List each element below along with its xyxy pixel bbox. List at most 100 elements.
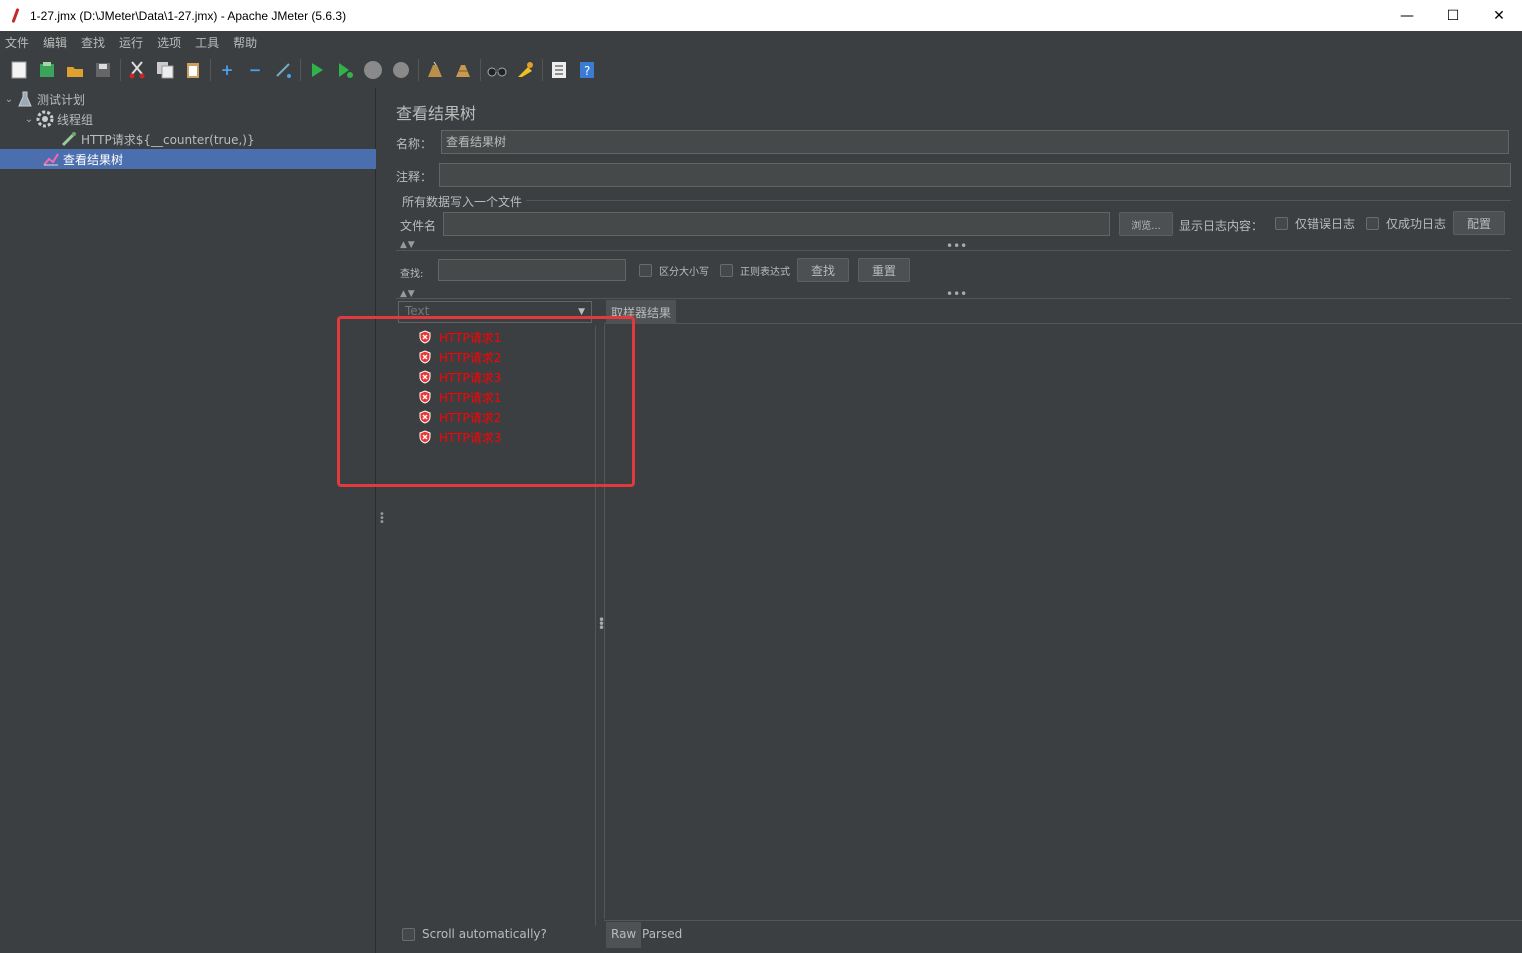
new-icon[interactable] (8, 59, 30, 81)
toolbar-separator (480, 59, 481, 81)
tree-item-result-tree[interactable]: 查看结果树 (0, 149, 376, 169)
stop-icon[interactable] (362, 59, 384, 81)
checkbox-label: Scroll automatically? (422, 927, 547, 941)
copy-icon[interactable] (154, 59, 176, 81)
comment-field[interactable] (439, 163, 1511, 187)
start-no-pause-icon[interactable] (334, 59, 356, 81)
menu-options[interactable]: 选项 (157, 34, 181, 51)
case-sensitive-checkbox[interactable]: 区分大小写 (639, 263, 709, 278)
tree-item-label: 查看结果树 (63, 152, 124, 167)
chevron-down-icon[interactable]: ⌄ (2, 94, 16, 105)
regex-checkbox[interactable]: 正则表达式 (720, 263, 790, 278)
toolbar: + − ? (0, 53, 1522, 87)
title-bar: 1-27.jmx (D:\JMeter\Data\1-27.jmx) - Apa… (0, 0, 1522, 31)
clear-all-icon[interactable] (452, 59, 474, 81)
cut-icon[interactable] (126, 59, 148, 81)
file-section-title: 所有数据写入一个文件 (402, 195, 523, 209)
tree-item-thread-group[interactable]: ⌄ 线程组 (22, 109, 93, 129)
shutdown-icon[interactable] (390, 59, 412, 81)
split-handle[interactable]: • • • (377, 88, 385, 953)
chart-icon (42, 150, 60, 168)
toolbar-separator (418, 59, 419, 81)
paste-icon[interactable] (182, 59, 204, 81)
open-icon[interactable] (64, 59, 86, 81)
search-icon[interactable] (486, 59, 508, 81)
tree-item-label: 线程组 (57, 112, 94, 127)
checkbox-box[interactable] (720, 264, 733, 277)
toolbar-separator (210, 59, 211, 81)
tree-item-test-plan[interactable]: ⌄ 测试计划 (2, 89, 85, 109)
menu-tools[interactable]: 工具 (195, 34, 219, 51)
name-field[interactable]: 查看结果树 (441, 130, 1509, 154)
templates-icon[interactable] (36, 59, 58, 81)
result-tree-panel: 查看结果树 名称： 查看结果树 注释： 所有数据写入一个文件 文件名 浏览...… (337, 88, 1522, 953)
log-content-label: 显示日志内容： (1179, 219, 1264, 233)
reset-search-icon[interactable] (514, 59, 536, 81)
clear-icon[interactable] (424, 59, 446, 81)
divider (396, 250, 1511, 251)
tree-item-label: 测试计划 (37, 92, 86, 107)
save-icon[interactable] (92, 59, 114, 81)
window-title: 1-27.jmx (D:\JMeter\Data\1-27.jmx) - Apa… (30, 8, 347, 23)
name-label: 名称： (396, 137, 433, 151)
filename-field[interactable] (443, 212, 1110, 236)
checkbox-box[interactable] (402, 927, 415, 941)
checkbox-label: 区分大小写 (659, 267, 709, 278)
view-mode-tabs: Raw Parsed (604, 920, 1522, 948)
checkbox-box[interactable] (1275, 217, 1288, 230)
start-icon[interactable] (306, 59, 328, 81)
pipette-icon (60, 130, 78, 148)
divider (396, 298, 1511, 299)
menu-search[interactable]: 查找 (81, 34, 105, 51)
config-button[interactable]: 配置 (1453, 211, 1505, 235)
search-label: 查找: (400, 269, 424, 280)
collapse-arrows-icon[interactable]: ▲ ▼ (400, 240, 415, 250)
function-helper-icon[interactable] (548, 59, 570, 81)
gear-icon (36, 110, 54, 128)
drag-grip-icon: • • • (379, 509, 385, 528)
tab-parsed[interactable]: Parsed (637, 922, 687, 948)
scroll-auto-checkbox[interactable]: Scroll automatically? (402, 927, 547, 941)
drag-grip-icon[interactable]: ••• (946, 288, 967, 300)
tree-item-http-request[interactable]: HTTP请求${__counter(true,)} (60, 129, 255, 149)
menu-run[interactable]: 运行 (119, 34, 143, 51)
minimize-button[interactable]: — (1384, 0, 1430, 31)
checkbox-label: 正则表达式 (740, 267, 790, 278)
expand-icon[interactable]: + (216, 59, 238, 81)
annotation-highlight-box (337, 316, 635, 487)
toggle-icon[interactable] (272, 59, 294, 81)
browse-button[interactable]: 浏览... (1119, 212, 1173, 236)
toolbar-separator (120, 59, 121, 81)
tab-raw[interactable]: Raw (606, 922, 642, 948)
result-tabs: 取样器结果 (604, 300, 1522, 324)
help-icon[interactable]: ? (576, 59, 598, 81)
section-border (526, 200, 1511, 201)
reset-button[interactable]: 重置 (858, 258, 910, 282)
comment-label: 注释： (396, 170, 433, 184)
toolbar-separator (300, 59, 301, 81)
flask-icon (16, 90, 34, 108)
search-input[interactable] (438, 259, 626, 281)
checkbox-label: 仅错误日志 (1295, 217, 1356, 231)
drag-grip-icon[interactable]: ••• (946, 240, 967, 252)
checkbox-label: 仅成功日志 (1386, 217, 1447, 231)
menu-help[interactable]: 帮助 (233, 34, 257, 51)
errors-only-checkbox[interactable]: 仅错误日志 (1275, 215, 1355, 232)
menu-bar: 文件 编辑 查找 运行 选项 工具 帮助 (0, 31, 1522, 53)
collapse-icon[interactable]: − (244, 59, 266, 81)
close-button[interactable]: ✕ (1476, 0, 1522, 31)
find-button[interactable]: 查找 (797, 258, 849, 282)
success-only-checkbox[interactable]: 仅成功日志 (1366, 215, 1446, 232)
filename-label: 文件名 (400, 219, 437, 233)
checkbox-box[interactable] (1366, 217, 1379, 230)
toolbar-separator (542, 59, 543, 81)
menu-file[interactable]: 文件 (5, 34, 29, 51)
svg-text:?: ? (584, 64, 590, 78)
checkbox-box[interactable] (639, 264, 652, 277)
test-plan-tree: ⌄ 测试计划 ⌄ 线程组 HTTP请求${__counter(true,)} 查… (0, 88, 376, 953)
page-title: 查看结果树 (396, 104, 477, 123)
chevron-down-icon[interactable]: ⌄ (22, 114, 36, 125)
menu-edit[interactable]: 编辑 (43, 34, 67, 51)
maximize-button[interactable]: ☐ (1430, 0, 1476, 31)
jmeter-feather-icon (10, 8, 22, 24)
